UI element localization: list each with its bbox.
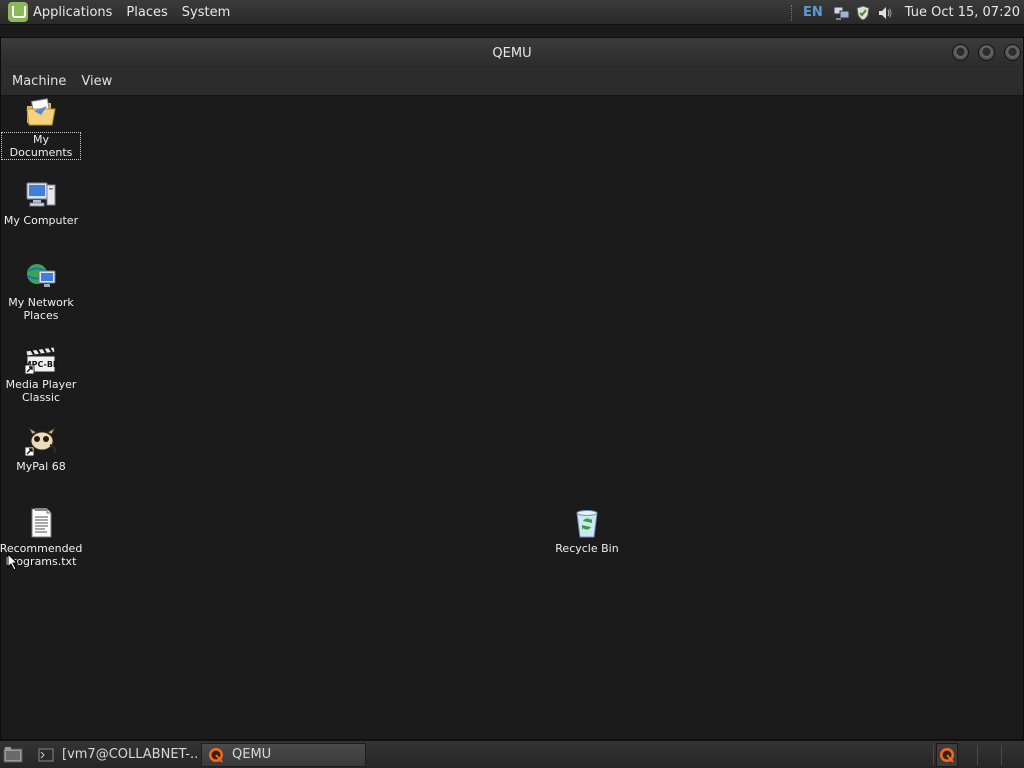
menu-view[interactable]: View (81, 74, 112, 89)
minimize-button[interactable] (952, 44, 969, 61)
clock[interactable]: Tue Oct 15, 07:20 (905, 5, 1020, 20)
qemu-icon (940, 748, 954, 763)
menu-system[interactable]: System (182, 5, 230, 20)
shield-icon[interactable] (855, 4, 871, 21)
media-player-icon: MPC-BE (24, 346, 58, 375)
desktop-icon-mypal[interactable]: MyPal 68 (1, 425, 81, 473)
mouse-cursor-icon (7, 553, 19, 571)
panel-separator (1001, 745, 1002, 765)
recycle-bin-icon (576, 510, 598, 538)
desktop-icon-media-player-classic[interactable]: MPC-BE Media Player Classic (1, 343, 81, 404)
desktop-icon-label: My Documents (1, 132, 81, 160)
desktop-icon-label: MyPal 68 (16, 460, 66, 473)
desktop-icon-my-network-places[interactable]: My Network Places (1, 261, 81, 322)
taskbar-item-terminal[interactable]: [vm7@COLLABNET-... (32, 743, 197, 767)
maximize-button[interactable] (978, 44, 995, 61)
menu-machine[interactable]: Machine (12, 74, 66, 89)
qemu-menubar: Machine View (1, 68, 1023, 96)
window-titlebar[interactable]: QEMU (1, 38, 1023, 68)
window-title: QEMU (492, 46, 532, 61)
system-tray: EN Tue Oct 15, 07:20 (791, 0, 1024, 25)
window-controls (943, 44, 1021, 61)
taskbar-item-label: QEMU (232, 747, 272, 762)
panel-separator (977, 745, 978, 765)
desktop-icon-label: Recycle Bin (555, 542, 619, 555)
menu-applications[interactable]: Applications (33, 5, 112, 20)
folder-documents-icon (26, 98, 56, 126)
desktop-icon-label: My Computer (3, 214, 79, 227)
desktop-icon-label: My Network Places (8, 296, 74, 322)
taskbar-item-label: [vm7@COLLABNET-... (62, 747, 197, 762)
computer-icon (26, 182, 56, 207)
workspace-switcher[interactable] (936, 743, 958, 767)
top-panel: Applications Places System EN Tue Oct 15… (0, 0, 1024, 25)
guest-desktop[interactable]: My Documents My Computer My Network Plac… (0, 96, 1023, 739)
desktop-icon-my-documents[interactable]: My Documents (1, 97, 81, 160)
qemu-icon (209, 747, 223, 763)
text-file-icon (31, 508, 52, 538)
desktop-icon-label: Media Player Classic (5, 378, 77, 404)
mypal-icon (24, 426, 57, 457)
close-button[interactable] (1004, 44, 1021, 61)
qemu-window: QEMU Machine View My Documents My Comput… (0, 37, 1024, 740)
taskbar-item-qemu[interactable]: QEMU (201, 742, 366, 767)
desktop-icon-recycle-bin[interactable]: Recycle Bin (547, 507, 627, 555)
show-desktop-icon[interactable] (2, 744, 24, 766)
bottom-panel: [vm7@COLLABNET-... QEMU (0, 740, 1024, 768)
keyboard-layout-indicator[interactable]: EN (803, 5, 823, 20)
tray-handle (791, 4, 793, 21)
desktop-icon-my-computer[interactable]: My Computer (1, 179, 81, 227)
network-places-icon (27, 264, 56, 287)
panel-separator (933, 745, 934, 765)
mint-logo-icon[interactable] (8, 2, 28, 22)
volume-icon[interactable] (877, 5, 893, 21)
terminal-icon (38, 748, 54, 761)
network-icon[interactable] (833, 5, 850, 21)
menu-places[interactable]: Places (126, 5, 167, 20)
